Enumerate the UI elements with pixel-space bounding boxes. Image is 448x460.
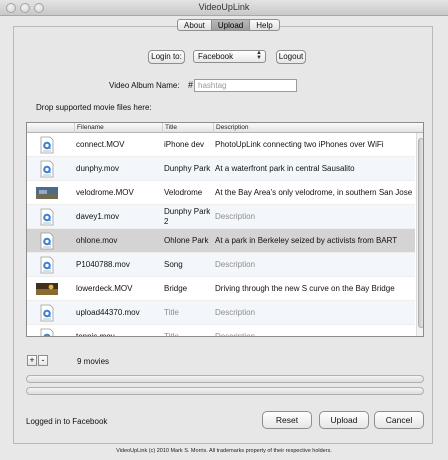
table-row[interactable]: upload44370.mov Title Description [27, 301, 415, 325]
title-cell[interactable]: Dunphy Park [164, 157, 212, 181]
quicktime-movie-icon [40, 304, 54, 322]
column-description-header[interactable]: Description [213, 123, 416, 133]
column-icon-header [27, 123, 74, 133]
filename-cell[interactable]: davey1.mov [76, 205, 160, 229]
cancel-button[interactable]: Cancel [374, 411, 424, 429]
table-row[interactable]: velodrome.MOV Velodrome At the Bay Area's … [27, 181, 415, 205]
title-cell[interactable]: Title [164, 325, 212, 336]
table-row[interactable]: P1040788.mov Song Description [27, 253, 415, 277]
title-cell[interactable]: Song [164, 253, 212, 277]
album-name-field[interactable] [194, 79, 297, 92]
hash-symbol: # [188, 80, 194, 90]
logout-button[interactable]: Logout [276, 50, 306, 64]
select-arrows-icon: ▲ ▼ [256, 50, 262, 61]
description-cell[interactable]: Description [215, 325, 415, 336]
description-cell[interactable]: Description [215, 301, 415, 325]
filename-cell[interactable]: P1040788.mov [76, 253, 160, 277]
table-header: Filename Title Description [27, 123, 423, 133]
filename-cell[interactable]: ohlone.mov [76, 229, 160, 253]
upload-button[interactable]: Upload [319, 411, 369, 429]
progress-bar-2 [26, 387, 424, 395]
table-row[interactable]: davey1.mov Dunphy Park 2 Description [27, 205, 415, 229]
description-cell[interactable]: PhotoUpLink connecting two iPhones over … [215, 133, 415, 157]
tab-upload[interactable]: Upload [211, 19, 251, 31]
quicktime-movie-icon [40, 208, 54, 226]
movie-count: 9 movies [77, 357, 110, 366]
movie-table[interactable]: Filename Title Description connect.MOV iP… [26, 122, 424, 337]
table-row[interactable]: dunphy.mov Dunphy Park At a waterfront par… [27, 157, 415, 181]
table-row[interactable]: connect.MOV iPhone dev PhotoUpLink connect… [27, 133, 415, 157]
copyright-footer: VideoUpLink (c) 2010 Mark S. Morris. All… [116, 448, 332, 454]
table-row[interactable]: tennis.mov Title Description [27, 325, 415, 336]
filename-cell[interactable]: tennis.mov [76, 325, 160, 336]
table-row[interactable]: lowerdeck.MOV Bridge Driving through the n… [27, 277, 415, 301]
tab-help[interactable]: Help [250, 19, 280, 31]
window-title: VideoUpLink [198, 2, 250, 12]
description-cell[interactable]: At the Bay Area's only velodrome, in sou… [215, 181, 415, 205]
login-button[interactable]: Login to: [148, 50, 185, 64]
table-scrollbar[interactable] [416, 133, 423, 336]
add-movie-button[interactable]: + [27, 355, 37, 366]
description-cell[interactable]: At a waterfront park in central Sausalit… [215, 157, 415, 181]
service-select-value: Facebook [198, 52, 234, 61]
column-filename-header[interactable]: Filename [74, 123, 162, 133]
service-select[interactable]: Facebook ▲ ▼ [193, 50, 266, 63]
quicktime-movie-icon [40, 328, 54, 336]
album-name-label: Video Album Name: [109, 81, 180, 90]
title-cell[interactable]: Bridge [164, 277, 212, 301]
title-bar: VideoUpLink [0, 0, 448, 16]
table-row[interactable]: ohlone.mov Ohlone Park At a park in Berkel… [27, 229, 415, 253]
title-cell[interactable]: Dunphy Park 2 [164, 205, 212, 229]
description-cell[interactable]: Driving through the new S curve on the B… [215, 277, 415, 301]
album-name-input[interactable] [195, 80, 296, 91]
filename-cell[interactable]: lowerdeck.MOV [76, 277, 160, 301]
filename-cell[interactable]: upload44370.mov [76, 301, 160, 325]
scrollbar-thumb[interactable] [418, 138, 423, 328]
description-cell[interactable]: At a park in Berkeley seized by activist… [215, 229, 415, 253]
filename-cell[interactable]: velodrome.MOV [76, 181, 160, 205]
quicktime-movie-icon [40, 160, 54, 178]
description-cell[interactable]: Description [215, 205, 415, 229]
filename-cell[interactable]: dunphy.mov [76, 157, 160, 181]
video-thumbnail [36, 187, 58, 199]
remove-movie-button[interactable]: - [38, 355, 48, 366]
tab-about[interactable]: About [177, 19, 212, 31]
drop-files-label: Drop supported movie files here: [36, 103, 152, 112]
quicktime-movie-icon [40, 136, 54, 154]
description-cell[interactable]: Description [215, 253, 415, 277]
filename-cell[interactable]: connect.MOV [76, 133, 160, 157]
title-cell[interactable]: Title [164, 301, 212, 325]
video-thumbnail [36, 283, 58, 295]
quicktime-movie-icon [40, 232, 54, 250]
reset-button[interactable]: Reset [262, 411, 312, 429]
progress-bar-1 [26, 375, 424, 383]
title-cell[interactable]: Velodrome [164, 181, 212, 205]
column-title-header[interactable]: Title [162, 123, 213, 133]
title-cell[interactable]: iPhone dev [164, 133, 212, 157]
login-status: Logged in to Facebook [26, 417, 108, 426]
title-cell[interactable]: Ohlone Park [164, 229, 212, 253]
tab-bar: About Upload Help [177, 19, 280, 31]
quicktime-movie-icon [40, 256, 54, 274]
app-window: VideoUpLink About Upload Help Login to: … [0, 0, 448, 460]
